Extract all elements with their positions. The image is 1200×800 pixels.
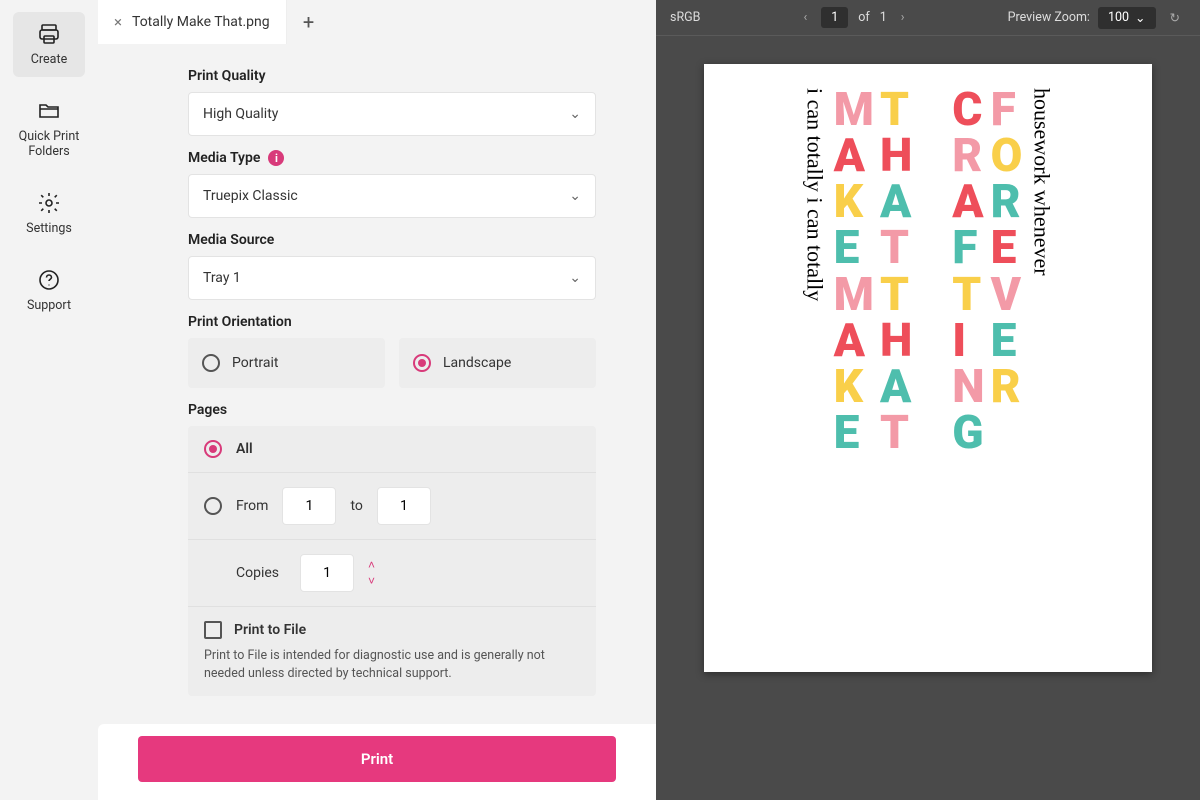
artwork-design-1: i can totally i can totally MAKE MAKE TH… — [802, 88, 913, 648]
label-print-quality: Print Quality — [188, 68, 596, 84]
radio-landscape[interactable]: Landscape — [399, 338, 596, 388]
page-current[interactable]: 1 — [821, 7, 848, 28]
info-icon[interactable]: i — [268, 150, 284, 166]
folders-icon — [37, 99, 61, 123]
preview-toolbar: sRGB ‹ 1 of 1 › Preview Zoom: 100 ⌄ ↻ — [656, 0, 1200, 36]
print-button[interactable]: Print — [138, 736, 616, 782]
page-navigator: ‹ 1 of 1 › — [710, 6, 997, 29]
block-text-make: MAKE MAKE — [834, 88, 874, 455]
select-value: Truepix Classic — [203, 188, 298, 204]
script-text: i can totally i can totally — [802, 88, 828, 301]
select-print-quality[interactable]: High Quality ⌄ — [188, 92, 596, 136]
page-sep: of — [858, 10, 869, 25]
prev-page-button[interactable]: ‹ — [799, 6, 811, 29]
radio-portrait[interactable]: Portrait — [188, 338, 385, 388]
tab-add-button[interactable]: + — [287, 0, 331, 44]
radio-label: All — [236, 441, 253, 457]
sidebar-item-quick-print-folders[interactable]: Quick Print Folders — [13, 89, 85, 169]
gear-icon — [37, 191, 61, 215]
chevron-down-icon: ⌄ — [569, 270, 581, 286]
label-orientation: Print Orientation — [188, 314, 596, 330]
page-total: 1 — [880, 10, 887, 25]
zoom-select[interactable]: 100 ⌄ — [1098, 7, 1156, 29]
sidebar-item-label: Quick Print Folders — [17, 129, 81, 159]
sidebar-item-label: Create — [31, 52, 67, 67]
radio-icon — [204, 440, 222, 458]
copies-label: Copies — [236, 565, 286, 581]
select-media-type[interactable]: Truepix Classic ⌄ — [188, 174, 596, 218]
chevron-down-icon: ⌄ — [569, 106, 581, 122]
input-page-from[interactable] — [282, 487, 336, 525]
next-page-button[interactable]: › — [897, 6, 909, 29]
radio-pages-range[interactable]: From to — [188, 472, 596, 539]
footer-bar: Print — [98, 724, 656, 800]
block-text-forever: FOREVER — [991, 88, 1023, 409]
radio-icon — [413, 354, 431, 372]
main-panel: × Totally Make That.png + Print Quality … — [98, 0, 656, 800]
chevron-down-icon[interactable]: ˅ — [368, 574, 375, 588]
label-pages: Pages — [188, 402, 596, 418]
tab-title: Totally Make That.png — [132, 14, 270, 30]
close-icon[interactable]: × — [114, 13, 122, 31]
orientation-group: Portrait Landscape — [188, 338, 596, 388]
radio-pages-all[interactable]: All — [188, 426, 596, 472]
sidebar-item-create[interactable]: Create — [13, 12, 85, 77]
colorspace-label: sRGB — [670, 10, 700, 25]
ptf-label: Print to File — [234, 622, 306, 638]
input-copies[interactable] — [300, 554, 354, 592]
artwork-design-2: CRAFTING FOREVER housework whenever — [952, 88, 1054, 648]
to-label: to — [350, 498, 362, 514]
tab-current[interactable]: × Totally Make That.png — [98, 0, 287, 44]
sidebar-item-support[interactable]: Support — [13, 258, 85, 323]
sidebar-item-label: Support — [27, 298, 71, 313]
zoom-value: 100 — [1108, 10, 1129, 25]
select-value: Tray 1 — [203, 270, 241, 286]
ptf-description: Print to File is intended for diagnostic… — [204, 647, 580, 682]
pages-group: All From to Copies ˄ ˅ — [188, 426, 596, 696]
row-print-to-file: Print to File Print to File is intended … — [188, 606, 596, 696]
from-label: From — [236, 498, 268, 514]
zoom-label: Preview Zoom: — [1008, 10, 1090, 25]
block-text-crafting: CRAFTING — [952, 88, 984, 455]
preview-page: i can totally i can totally MAKE MAKE TH… — [704, 64, 1152, 672]
preview-canvas[interactable]: i can totally i can totally MAKE MAKE TH… — [656, 36, 1200, 800]
block-text-that: THAT THAT — [880, 88, 912, 455]
label-text: Media Type — [188, 150, 260, 166]
label-media-type: Media Type i — [188, 150, 596, 166]
chevron-up-icon[interactable]: ˄ — [368, 558, 375, 572]
refresh-icon[interactable]: ↻ — [1164, 10, 1186, 26]
input-page-to[interactable] — [377, 487, 431, 525]
chevron-down-icon: ⌄ — [569, 188, 581, 204]
chevron-down-icon: ⌄ — [1135, 10, 1145, 26]
sidebar: Create Quick Print Folders Settings Supp… — [0, 0, 98, 800]
preview-panel: sRGB ‹ 1 of 1 › Preview Zoom: 100 ⌄ ↻ i … — [656, 0, 1200, 800]
radio-label: Portrait — [232, 355, 278, 371]
printer-icon — [37, 22, 61, 46]
radio-icon — [204, 497, 222, 515]
radio-icon — [202, 354, 220, 372]
select-media-source[interactable]: Tray 1 ⌄ — [188, 256, 596, 300]
checkbox-print-to-file[interactable] — [204, 621, 222, 639]
print-settings-form: Print Quality High Quality ⌄ Media Type … — [98, 44, 656, 724]
tabbar: × Totally Make That.png + — [98, 0, 656, 44]
sidebar-item-label: Settings — [26, 221, 72, 236]
copies-stepper[interactable]: ˄ ˅ — [368, 558, 375, 588]
help-icon — [37, 268, 61, 292]
label-media-source: Media Source — [188, 232, 596, 248]
row-copies: Copies ˄ ˅ — [188, 539, 596, 606]
script-text: housework whenever — [1028, 88, 1054, 276]
select-value: High Quality — [203, 106, 278, 122]
sidebar-item-settings[interactable]: Settings — [13, 181, 85, 246]
radio-label: Landscape — [443, 355, 511, 371]
